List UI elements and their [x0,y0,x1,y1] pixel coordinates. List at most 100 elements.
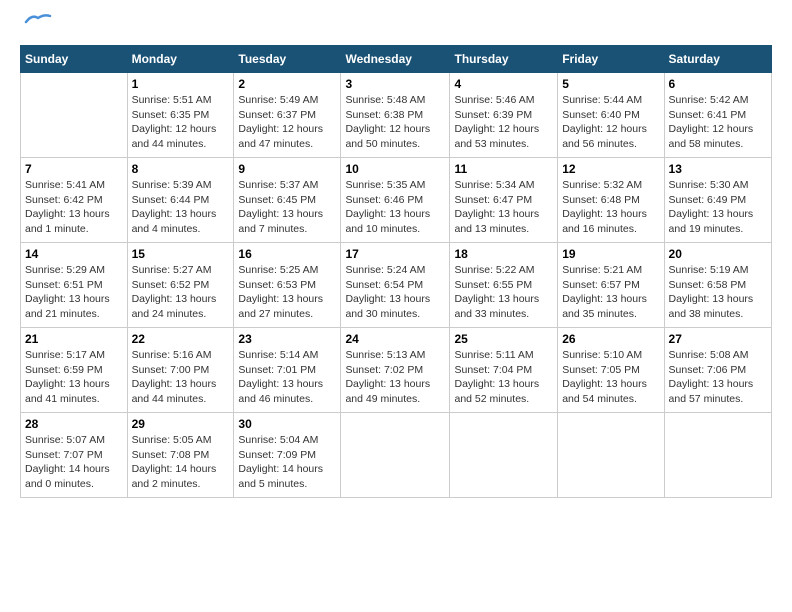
week-row-3: 14Sunrise: 5:29 AM Sunset: 6:51 PM Dayli… [21,243,772,328]
day-info: Sunrise: 5:05 AM Sunset: 7:08 PM Dayligh… [132,433,230,492]
day-number: 19 [562,247,659,261]
calendar-cell [450,413,558,498]
calendar-cell: 2 Sunrise: 5:49 AM Sunset: 6:37 PM Daylig… [234,73,341,158]
day-number: 16 [238,247,336,261]
calendar-header-row: SundayMondayTuesdayWednesdayThursdayFrid… [21,46,772,73]
day-info: Sunrise: 5:37 AM Sunset: 6:45 PM Dayligh… [238,178,336,237]
logo [20,20,52,35]
calendar-cell: 22 Sunrise: 5:16 AM Sunset: 7:00 PM Dayli… [127,328,234,413]
day-number: 23 [238,332,336,346]
day-info: Sunrise: 5:42 AM Sunset: 6:41 PM Dayligh… [669,93,767,152]
day-number: 8 [132,162,230,176]
day-number: 3 [345,77,445,91]
day-info: Sunrise: 5:29 AM Sunset: 6:51 PM Dayligh… [25,263,123,322]
day-info: Sunrise: 5:25 AM Sunset: 6:53 PM Dayligh… [238,263,336,322]
calendar-cell: 28Sunrise: 5:07 AM Sunset: 7:07 PM Dayli… [21,413,128,498]
day-info: Sunrise: 5:13 AM Sunset: 7:02 PM Dayligh… [345,348,445,407]
day-info: Sunrise: 5:10 AM Sunset: 7:05 PM Dayligh… [562,348,659,407]
calendar-cell: 16 Sunrise: 5:25 AM Sunset: 6:53 PM Dayli… [234,243,341,328]
calendar-cell: 13 Sunrise: 5:30 AM Sunset: 6:49 PM Dayli… [664,158,771,243]
day-info: Sunrise: 5:32 AM Sunset: 6:48 PM Dayligh… [562,178,659,237]
day-info: Sunrise: 5:27 AM Sunset: 6:52 PM Dayligh… [132,263,230,322]
logo-bird-icon [24,12,52,35]
calendar-cell: 1 Sunrise: 5:51 AM Sunset: 6:35 PM Daylig… [127,73,234,158]
day-number: 26 [562,332,659,346]
day-number: 2 [238,77,336,91]
column-header-friday: Friday [558,46,664,73]
week-row-4: 21Sunrise: 5:17 AM Sunset: 6:59 PM Dayli… [21,328,772,413]
calendar-cell: 15 Sunrise: 5:27 AM Sunset: 6:52 PM Dayli… [127,243,234,328]
day-info: Sunrise: 5:44 AM Sunset: 6:40 PM Dayligh… [562,93,659,152]
day-info: Sunrise: 5:21 AM Sunset: 6:57 PM Dayligh… [562,263,659,322]
day-info: Sunrise: 5:48 AM Sunset: 6:38 PM Dayligh… [345,93,445,152]
calendar-cell [21,73,128,158]
day-number: 29 [132,417,230,431]
day-number: 12 [562,162,659,176]
day-info: Sunrise: 5:17 AM Sunset: 6:59 PM Dayligh… [25,348,123,407]
day-number: 1 [132,77,230,91]
day-number: 30 [238,417,336,431]
day-number: 20 [669,247,767,261]
day-info: Sunrise: 5:24 AM Sunset: 6:54 PM Dayligh… [345,263,445,322]
day-number: 17 [345,247,445,261]
calendar-table: SundayMondayTuesdayWednesdayThursdayFrid… [20,45,772,498]
calendar-cell: 17 Sunrise: 5:24 AM Sunset: 6:54 PM Dayli… [341,243,450,328]
day-number: 28 [25,417,123,431]
day-number: 10 [345,162,445,176]
day-number: 11 [454,162,553,176]
calendar-cell: 8 Sunrise: 5:39 AM Sunset: 6:44 PM Daylig… [127,158,234,243]
day-number: 5 [562,77,659,91]
day-info: Sunrise: 5:22 AM Sunset: 6:55 PM Dayligh… [454,263,553,322]
column-header-thursday: Thursday [450,46,558,73]
calendar-cell: 10 Sunrise: 5:35 AM Sunset: 6:46 PM Dayli… [341,158,450,243]
day-number: 4 [454,77,553,91]
week-row-5: 28Sunrise: 5:07 AM Sunset: 7:07 PM Dayli… [21,413,772,498]
calendar-cell: 26 Sunrise: 5:10 AM Sunset: 7:05 PM Dayli… [558,328,664,413]
day-info: Sunrise: 5:39 AM Sunset: 6:44 PM Dayligh… [132,178,230,237]
calendar-cell: 12 Sunrise: 5:32 AM Sunset: 6:48 PM Dayli… [558,158,664,243]
day-number: 13 [669,162,767,176]
week-row-2: 7 Sunrise: 5:41 AM Sunset: 6:42 PM Daylig… [21,158,772,243]
calendar-cell: 9 Sunrise: 5:37 AM Sunset: 6:45 PM Daylig… [234,158,341,243]
column-header-sunday: Sunday [21,46,128,73]
calendar-cell: 23 Sunrise: 5:14 AM Sunset: 7:01 PM Dayli… [234,328,341,413]
day-info: Sunrise: 5:04 AM Sunset: 7:09 PM Dayligh… [238,433,336,492]
day-info: Sunrise: 5:51 AM Sunset: 6:35 PM Dayligh… [132,93,230,152]
day-number: 22 [132,332,230,346]
day-number: 9 [238,162,336,176]
column-header-monday: Monday [127,46,234,73]
week-row-1: 1 Sunrise: 5:51 AM Sunset: 6:35 PM Daylig… [21,73,772,158]
day-number: 6 [669,77,767,91]
calendar-cell: 20 Sunrise: 5:19 AM Sunset: 6:58 PM Dayli… [664,243,771,328]
day-info: Sunrise: 5:35 AM Sunset: 6:46 PM Dayligh… [345,178,445,237]
calendar-cell [664,413,771,498]
calendar-cell: 29 Sunrise: 5:05 AM Sunset: 7:08 PM Dayli… [127,413,234,498]
day-info: Sunrise: 5:08 AM Sunset: 7:06 PM Dayligh… [669,348,767,407]
day-info: Sunrise: 5:30 AM Sunset: 6:49 PM Dayligh… [669,178,767,237]
day-info: Sunrise: 5:49 AM Sunset: 6:37 PM Dayligh… [238,93,336,152]
column-header-wednesday: Wednesday [341,46,450,73]
day-info: Sunrise: 5:19 AM Sunset: 6:58 PM Dayligh… [669,263,767,322]
calendar-cell: 5 Sunrise: 5:44 AM Sunset: 6:40 PM Daylig… [558,73,664,158]
calendar-cell: 4Sunrise: 5:46 AM Sunset: 6:39 PM Daylig… [450,73,558,158]
calendar-cell: 14Sunrise: 5:29 AM Sunset: 6:51 PM Dayli… [21,243,128,328]
day-number: 27 [669,332,767,346]
calendar-cell: 3 Sunrise: 5:48 AM Sunset: 6:38 PM Daylig… [341,73,450,158]
day-info: Sunrise: 5:41 AM Sunset: 6:42 PM Dayligh… [25,178,123,237]
calendar-cell: 30 Sunrise: 5:04 AM Sunset: 7:09 PM Dayli… [234,413,341,498]
day-info: Sunrise: 5:34 AM Sunset: 6:47 PM Dayligh… [454,178,553,237]
day-info: Sunrise: 5:14 AM Sunset: 7:01 PM Dayligh… [238,348,336,407]
day-info: Sunrise: 5:11 AM Sunset: 7:04 PM Dayligh… [454,348,553,407]
calendar-cell: 21Sunrise: 5:17 AM Sunset: 6:59 PM Dayli… [21,328,128,413]
calendar-cell: 27 Sunrise: 5:08 AM Sunset: 7:06 PM Dayli… [664,328,771,413]
day-number: 18 [454,247,553,261]
column-header-tuesday: Tuesday [234,46,341,73]
calendar-cell: 6 Sunrise: 5:42 AM Sunset: 6:41 PM Daylig… [664,73,771,158]
calendar-cell: 11 Sunrise: 5:34 AM Sunset: 6:47 PM Dayli… [450,158,558,243]
calendar-cell: 7 Sunrise: 5:41 AM Sunset: 6:42 PM Daylig… [21,158,128,243]
calendar-cell [341,413,450,498]
day-number: 7 [25,162,123,176]
day-info: Sunrise: 5:16 AM Sunset: 7:00 PM Dayligh… [132,348,230,407]
calendar-cell: 25Sunrise: 5:11 AM Sunset: 7:04 PM Dayli… [450,328,558,413]
day-number: 15 [132,247,230,261]
